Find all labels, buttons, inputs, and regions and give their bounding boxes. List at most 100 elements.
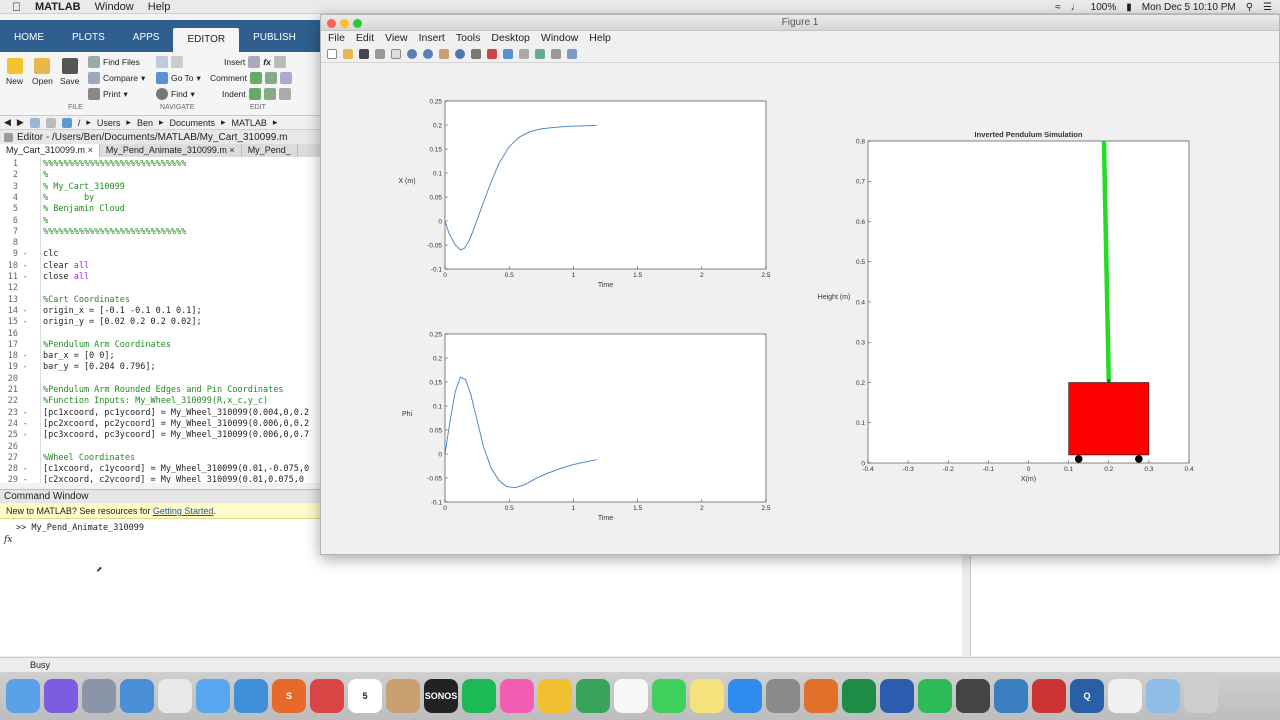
rotate-icon[interactable] xyxy=(455,48,465,59)
code-line[interactable]: origin_x = [-0.1 -0.1 0.1 0.1]; xyxy=(43,306,202,317)
breakpoint-marker[interactable] xyxy=(18,453,32,464)
zoom-in-icon[interactable] xyxy=(407,48,417,59)
zoom-out-icon[interactable] xyxy=(423,48,433,59)
crumb-users[interactable]: Users xyxy=(97,118,121,128)
dock-icon-spotify[interactable] xyxy=(462,679,496,713)
close-icon[interactable]: × xyxy=(229,145,234,155)
dock-icon-docs[interactable] xyxy=(1108,679,1142,713)
spotlight-icon[interactable]: ⚲ xyxy=(1246,2,1253,13)
browse-icon[interactable] xyxy=(45,117,56,128)
figure-menu-desktop[interactable]: Desktop xyxy=(491,31,530,45)
dock-icon-excel[interactable] xyxy=(842,679,876,713)
editor-tab-my-pend[interactable]: My_Pend_ xyxy=(242,144,298,157)
editor-tab-my-pend-animate[interactable]: My_Pend_Animate_310099.m × xyxy=(100,144,242,157)
code-line[interactable]: %Function Inputs: My_Wheel_310099(R,x_c,… xyxy=(43,396,268,407)
dock-icon-messages[interactable] xyxy=(196,679,230,713)
breakpoint-marker[interactable] xyxy=(18,442,32,453)
insert-button[interactable]: Insert fx xyxy=(224,56,286,68)
print-figure-icon[interactable] xyxy=(375,48,385,59)
volume-icon[interactable]: ♩ xyxy=(1071,2,1081,13)
code-line[interactable]: bar_y = [0.204 0.796]; xyxy=(43,362,156,373)
tab-apps[interactable]: APPS xyxy=(119,28,174,48)
breakpoint-marker[interactable] xyxy=(18,182,32,193)
dock-icon-finder[interactable] xyxy=(6,679,40,713)
tab-editor[interactable]: EDITOR xyxy=(173,28,240,52)
code-line[interactable]: clc xyxy=(43,249,58,260)
battery-percent[interactable]: 100% xyxy=(1091,2,1117,13)
legend-icon[interactable] xyxy=(535,48,545,59)
dock-icon-monitor[interactable] xyxy=(994,679,1028,713)
crumb-matlab[interactable]: MATLAB xyxy=(232,118,267,128)
insert-function-icon[interactable] xyxy=(273,56,286,68)
minimize-window-button[interactable] xyxy=(340,19,349,28)
wifi-icon[interactable]: ≈ xyxy=(1055,2,1061,13)
dock-icon-notes[interactable] xyxy=(614,679,648,713)
breakpoint-marker[interactable] xyxy=(18,385,32,396)
code-line[interactable]: bar_x = [0 0]; xyxy=(43,351,115,362)
forward-icon[interactable] xyxy=(171,56,183,68)
code-line[interactable]: % Benjamin Cloud xyxy=(43,204,125,215)
dock-icon-chrome[interactable] xyxy=(158,679,192,713)
menubar-window[interactable]: Window xyxy=(95,1,134,13)
breakpoint-marker[interactable] xyxy=(18,170,32,181)
back-icon[interactable] xyxy=(156,56,168,68)
clock[interactable]: Mon Dec 5 10:10 PM xyxy=(1142,2,1236,13)
code-line[interactable]: [c1xcoord, c1ycoord] = My_Wheel_310099(0… xyxy=(43,464,309,475)
dock-icon-folder[interactable] xyxy=(1146,679,1180,713)
close-window-button[interactable] xyxy=(327,19,336,28)
open-file-icon[interactable] xyxy=(343,48,353,59)
dock-icon-sonos[interactable]: SONOS xyxy=(424,679,458,713)
dock-icon-trash[interactable] xyxy=(1184,679,1218,713)
breakpoint-marker[interactable]: - xyxy=(18,362,32,373)
dock-icon-siri[interactable] xyxy=(44,679,78,713)
dock-icon-q[interactable]: Q xyxy=(1070,679,1104,713)
brush-icon[interactable] xyxy=(487,48,497,59)
menubar-help[interactable]: Help xyxy=(148,1,171,13)
figure-menu-edit[interactable]: Edit xyxy=(356,31,374,45)
hide-plot-tools-icon[interactable] xyxy=(551,48,561,59)
code-line[interactable]: % xyxy=(43,216,48,227)
figure-menu-tools[interactable]: Tools xyxy=(456,31,481,45)
indent-button[interactable]: Indent xyxy=(222,88,291,100)
getting-started-link[interactable]: Getting Started xyxy=(153,506,214,516)
close-icon[interactable]: × xyxy=(88,145,93,155)
new-button[interactable]: New xyxy=(6,58,23,86)
dock-icon-launchpad[interactable] xyxy=(82,679,116,713)
dock-icon-5[interactable]: 5 xyxy=(348,679,382,713)
figure-menu-help[interactable]: Help xyxy=(589,31,611,45)
dock-icon-photos[interactable] xyxy=(538,679,572,713)
breakpoint-marker[interactable]: - xyxy=(18,408,32,419)
breakpoint-marker[interactable]: - xyxy=(18,430,32,441)
code-line[interactable]: %%%%%%%%%%%%%%%%%%%%%%%%%%%% xyxy=(43,227,186,238)
dock-icon-tool[interactable] xyxy=(1032,679,1066,713)
breakpoint-marker[interactable] xyxy=(18,295,32,306)
code-line[interactable]: [pc3xcoord, pc3ycoord] = My_Wheel_310099… xyxy=(43,430,309,441)
notification-center-icon[interactable]: ☰ xyxy=(1263,2,1272,13)
breakpoint-marker[interactable]: - xyxy=(18,464,32,475)
link-plot-icon[interactable] xyxy=(503,48,513,59)
dock-icon-evernote[interactable] xyxy=(918,679,952,713)
comment-button[interactable]: Comment xyxy=(210,72,292,84)
colorbar-icon[interactable] xyxy=(519,48,529,59)
crumb-ben[interactable]: Ben xyxy=(137,118,153,128)
show-plot-tools-icon[interactable] xyxy=(567,48,577,59)
figure-menu-view[interactable]: View xyxy=(385,31,408,45)
pointer-icon[interactable] xyxy=(391,48,401,59)
code-line[interactable]: %%%%%%%%%%%%%%%%%%%%%%%%%%%% xyxy=(43,159,186,170)
new-figure-icon[interactable] xyxy=(327,48,337,59)
apple-icon[interactable]:  xyxy=(12,0,21,14)
breakpoint-marker[interactable] xyxy=(18,396,32,407)
code-line[interactable]: %Wheel Coordinates xyxy=(43,453,135,464)
code-line[interactable]: origin_y = [0.02 0.2 0.2 0.02]; xyxy=(43,317,202,328)
dock-icon-word[interactable] xyxy=(880,679,914,713)
dock-icon-bookmark[interactable] xyxy=(310,679,344,713)
dock-icon-prefs[interactable] xyxy=(766,679,800,713)
dock-icon-notes2[interactable] xyxy=(690,679,724,713)
breakpoint-marker[interactable]: - xyxy=(18,249,32,260)
breakpoint-marker[interactable]: - xyxy=(18,419,32,430)
save-figure-icon[interactable] xyxy=(359,48,369,59)
breakpoint-marker[interactable]: - xyxy=(18,317,32,328)
zoom-window-button[interactable] xyxy=(353,19,362,28)
data-cursor-icon[interactable] xyxy=(471,48,481,59)
figure-menu-file[interactable]: File xyxy=(328,31,345,45)
